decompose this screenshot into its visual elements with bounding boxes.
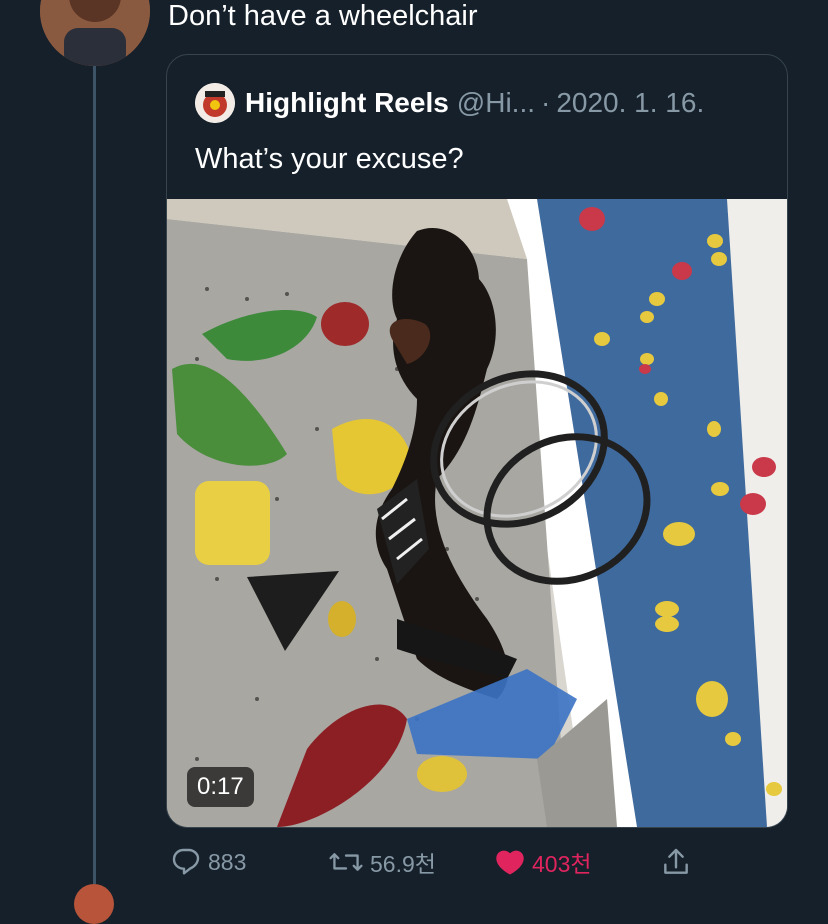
- video-frame: [167, 199, 787, 827]
- quoted-author-avatar[interactable]: [195, 83, 235, 123]
- thread-line: [93, 66, 96, 884]
- quoted-tweet-card[interactable]: Highlight Reels @Hi... · 2020. 1. 16. Wh…: [166, 54, 788, 828]
- retweet-button[interactable]: 56.9천: [328, 840, 436, 884]
- share-button[interactable]: [660, 840, 698, 884]
- retweet-count: 56.9천: [370, 851, 436, 877]
- quoted-tweet-header: Highlight Reels @Hi... · 2020. 1. 16.: [195, 83, 704, 123]
- reply-count: 883: [208, 848, 247, 875]
- quoted-author-name[interactable]: Highlight Reels: [245, 87, 449, 119]
- tweet-actions: 883 56.9천 403천: [166, 840, 726, 884]
- retweet-icon: [329, 853, 363, 871]
- reply-button[interactable]: 883: [170, 840, 246, 884]
- share-icon: [664, 848, 688, 874]
- author-avatar[interactable]: [40, 0, 150, 66]
- like-count: 403천: [532, 851, 592, 877]
- tweet-text: Don’t have a wheelchair: [168, 0, 478, 32]
- quoted-author-handle[interactable]: @Hi...: [457, 87, 535, 119]
- quoted-tweet-text: What’s your excuse?: [195, 143, 464, 175]
- header-separator: ·: [541, 87, 551, 118]
- video-player[interactable]: 0:17: [167, 199, 787, 827]
- reply-icon: [172, 848, 200, 875]
- video-duration-badge: 0:17: [187, 767, 254, 807]
- next-tweet-avatar[interactable]: [74, 884, 114, 924]
- quoted-tweet-date[interactable]: 2020. 1. 16.: [556, 87, 704, 119]
- heart-icon: [496, 850, 524, 875]
- like-button[interactable]: 403천: [494, 840, 592, 884]
